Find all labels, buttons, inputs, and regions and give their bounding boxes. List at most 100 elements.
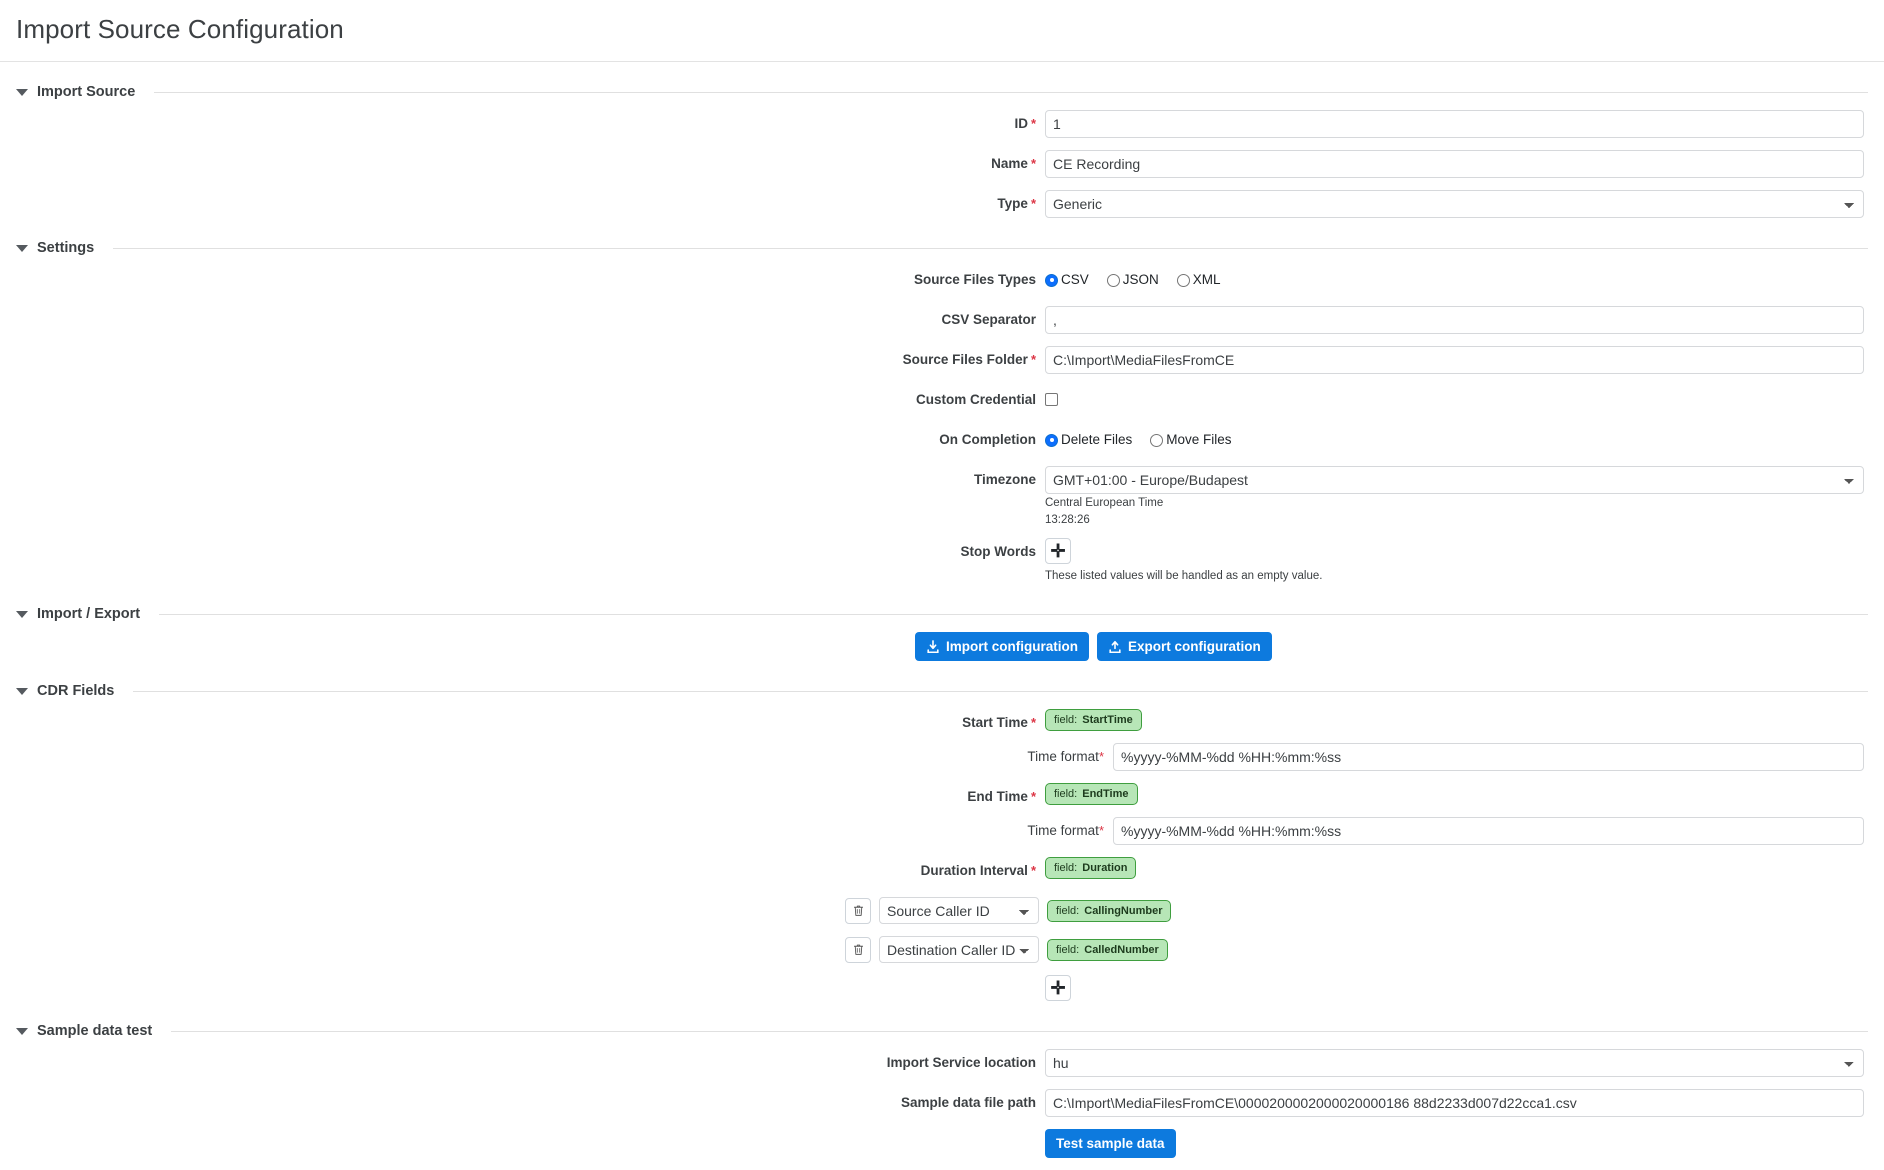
control-test-sample-data: Test sample data: [1045, 1129, 1884, 1158]
start-time-format-input[interactable]: [1113, 743, 1864, 771]
section-body-cdr-fields: Start Time * field: StartTime Time format…: [0, 699, 1884, 1001]
field-row-test-sample-data: Test sample data: [0, 1129, 1884, 1158]
id-input[interactable]: [1045, 110, 1864, 138]
trash-icon: [853, 944, 863, 955]
field-row-source-files-folder: Source Files Folder *: [0, 346, 1884, 374]
start-time-badge-value: StartTime: [1082, 714, 1133, 726]
stop-words-add-button[interactable]: ✛: [1045, 538, 1071, 564]
end-time-field-badge[interactable]: field: EndTime: [1045, 783, 1138, 805]
field-row-end-time: End Time * field: EndTime: [0, 783, 1884, 811]
label-start-time-text: Start Time: [962, 715, 1028, 730]
radio-source-files-type-json[interactable]: JSON: [1106, 266, 1159, 294]
label-custom-credential: Custom Credential: [915, 392, 1036, 407]
plus-icon: ✛: [1050, 541, 1066, 561]
field-row-id: ID *: [0, 110, 1884, 138]
mapping-field-badge-2[interactable]: field: CalledNumber: [1047, 938, 1168, 961]
source-files-types-radio-group: CSV JSON XML: [1045, 266, 1864, 294]
mapping-badge-key-1: field:: [1056, 904, 1080, 917]
trash-icon: [853, 905, 863, 916]
field-row-mapping: Source Caller ID field: CallingNumber: [0, 897, 1884, 924]
download-icon: [927, 639, 939, 653]
test-sample-data-button[interactable]: Test sample data: [1045, 1129, 1176, 1158]
mapping-type-select-1[interactable]: Source Caller ID: [879, 897, 1039, 924]
required-marker: *: [1030, 352, 1036, 367]
import-configuration-button[interactable]: Import configuration: [915, 632, 1089, 661]
label-source-files-folder-text: Source Files Folder: [902, 352, 1028, 367]
add-mapping-button[interactable]: ✛: [1045, 975, 1071, 1001]
field-row-sample-data-file-path: Sample data file path: [0, 1089, 1884, 1117]
sample-data-file-path-input[interactable]: [1045, 1089, 1864, 1117]
chevron-down-icon[interactable]: [16, 245, 28, 252]
duration-interval-badge-value: Duration: [1082, 862, 1128, 874]
field-row-import-service-location: Import Service location hu: [0, 1049, 1884, 1077]
label-source-files-types: Source Files Types: [913, 272, 1036, 287]
control-csv-separator: [1045, 306, 1884, 334]
end-time-format-input[interactable]: [1113, 817, 1864, 845]
label-end-time: End Time *: [0, 783, 1045, 811]
csv-separator-input[interactable]: [1045, 306, 1864, 334]
chevron-down-icon[interactable]: [16, 89, 28, 96]
section-body-import-source: ID* Name* Type* Generic: [0, 100, 1884, 218]
radio-on-completion-delete-files[interactable]: Delete Files: [1045, 426, 1132, 454]
radio-icon-xml[interactable]: [1176, 273, 1190, 287]
control-stop-words: ✛ These listed values will be handled as…: [1045, 538, 1884, 584]
label-end-time-text: End Time: [967, 789, 1028, 804]
divider: [113, 247, 1868, 249]
field-row-source-files-types: Source Files Types CSV JSON XML: [0, 266, 1884, 294]
mapping-type-select-2[interactable]: Destination Caller ID: [879, 936, 1039, 963]
duration-interval-field-badge[interactable]: field: Duration: [1045, 857, 1137, 879]
radio-source-files-type-xml[interactable]: XML: [1176, 266, 1221, 294]
import-configuration-button-label: Import configuration: [946, 639, 1078, 654]
mapping-badge-value-2: CalledNumber: [1084, 943, 1159, 956]
section-title-sample-data-test: Sample data test: [37, 1023, 153, 1039]
radio-on-completion-move-files[interactable]: Move Files: [1150, 426, 1232, 454]
name-input[interactable]: [1045, 150, 1864, 178]
field-row-name: Name *: [0, 150, 1884, 178]
radio-icon-csv[interactable]: [1045, 273, 1058, 287]
export-configuration-button[interactable]: Export configuration: [1097, 632, 1272, 661]
section-header-settings[interactable]: Settings: [0, 240, 1884, 256]
mapping-row-1: Source Caller ID field: CallingNumber: [845, 897, 1864, 924]
import-service-location-select[interactable]: hu: [1045, 1049, 1864, 1077]
control-start-time-format: [1113, 743, 1884, 771]
mapping-field-badge-1[interactable]: field: CallingNumber: [1047, 899, 1172, 922]
field-row-import-export-buttons: Import configuration Export configuratio…: [0, 632, 1884, 661]
radio-source-files-type-csv[interactable]: CSV: [1045, 266, 1089, 294]
timezone-time-hint: 13:28:26: [1045, 514, 1090, 526]
control-on-completion: Delete Files Move Files: [1045, 426, 1884, 454]
section-body-sample-data-test: Import Service location hu Sample data f…: [0, 1039, 1884, 1158]
chevron-down-icon[interactable]: [16, 688, 28, 695]
mapping-badge-value-1: CallingNumber: [1084, 904, 1163, 917]
section-body-settings: Source Files Types CSV JSON XML CSV Sepa…: [0, 256, 1884, 584]
section-cdr-fields: CDR Fields Start Time * field: StartTime …: [0, 683, 1884, 1001]
section-header-import-source[interactable]: Import Source: [0, 84, 1884, 100]
chevron-down-icon[interactable]: [16, 1028, 28, 1035]
mapping-delete-button-1[interactable]: [845, 897, 871, 924]
field-row-csv-separator: CSV Separator: [0, 306, 1884, 334]
radio-icon-json[interactable]: [1106, 273, 1120, 287]
section-header-import-export[interactable]: Import / Export: [0, 606, 1884, 622]
type-select[interactable]: Generic: [1045, 190, 1864, 218]
mapping-delete-button-2[interactable]: [845, 936, 871, 963]
section-header-cdr-fields[interactable]: CDR Fields: [0, 683, 1884, 699]
field-row-start-time-format: Time format*: [0, 743, 1884, 771]
field-row-duration-interval: Duration Interval * field: Duration: [0, 857, 1884, 885]
custom-credential-checkbox[interactable]: [1045, 393, 1058, 406]
mapping-row-2: Destination Caller ID field: CalledNumbe…: [845, 936, 1864, 963]
divider: [154, 91, 1868, 93]
section-header-sample-data-test[interactable]: Sample data test: [0, 1023, 1884, 1039]
control-timezone: GMT+01:00 - Europe/Budapest Central Euro…: [1045, 466, 1884, 528]
on-completion-radio-group: Delete Files Move Files: [1045, 426, 1864, 454]
page-title: Import Source Configuration: [16, 14, 344, 44]
section-title-import-export: Import / Export: [37, 606, 141, 622]
radio-icon-delete-files[interactable]: [1045, 433, 1058, 447]
timezone-select[interactable]: GMT+01:00 - Europe/Budapest: [1045, 466, 1864, 494]
required-marker: *: [1098, 749, 1104, 764]
radio-label-json: JSON: [1122, 272, 1159, 287]
start-time-field-badge[interactable]: field: StartTime: [1045, 709, 1142, 731]
section-import-source: Import Source ID* Name* Type* Generic: [0, 84, 1884, 218]
source-files-folder-input[interactable]: [1045, 346, 1864, 374]
radio-icon-move-files[interactable]: [1150, 433, 1164, 447]
control-end-time-format: [1113, 817, 1884, 845]
chevron-down-icon[interactable]: [16, 611, 28, 618]
